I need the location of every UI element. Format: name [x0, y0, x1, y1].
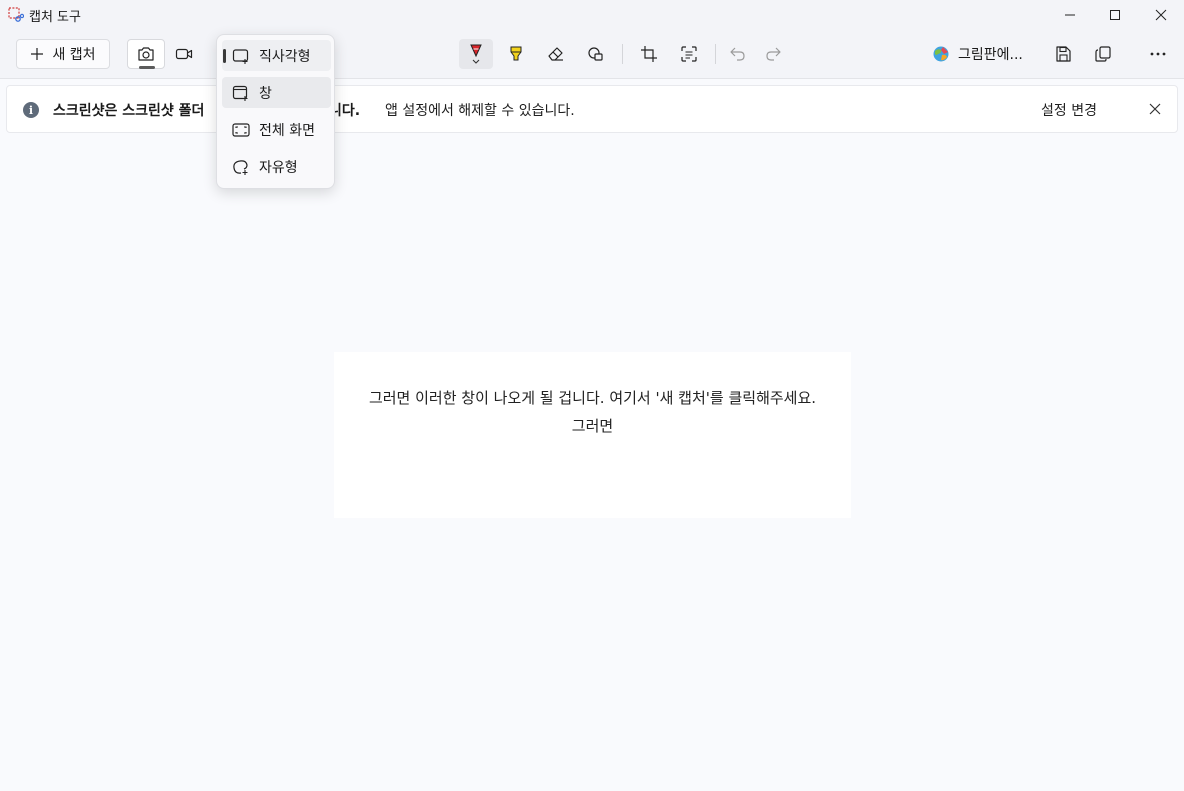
captured-image: 그러면 이러한 창이 나오게 될 겁니다. 여기서 '새 캡처'를 클릭해주세요… — [334, 352, 851, 518]
menu-item-label: 창 — [259, 85, 272, 102]
dismiss-info-button[interactable] — [1145, 99, 1165, 119]
pen-icon — [470, 44, 482, 64]
copy-icon — [1095, 46, 1111, 62]
text-actions-icon — [681, 46, 697, 62]
shapes-icon — [588, 47, 603, 61]
toolbar: 새 캡처 그림판에... — [0, 30, 1184, 79]
close-window-button[interactable] — [1138, 0, 1184, 30]
selection-indicator — [223, 49, 226, 63]
maximize-button[interactable] — [1092, 0, 1138, 30]
paint-app-icon — [933, 46, 949, 62]
redo-button[interactable] — [756, 39, 790, 69]
redo-icon — [766, 47, 781, 61]
menu-item-freeform[interactable]: 자유형 — [222, 151, 331, 182]
toolbar-separator — [622, 44, 623, 64]
camera-icon — [138, 47, 154, 61]
info-message: 앱 설정에서 해제할 수 있습니다. — [385, 103, 575, 119]
video-icon — [175, 48, 193, 60]
menu-item-label: 전체 화면 — [259, 122, 315, 139]
info-icon: i — [23, 102, 39, 118]
new-capture-button[interactable]: 새 캡처 — [16, 39, 110, 69]
minimize-icon — [1065, 14, 1075, 16]
maximize-icon — [1110, 10, 1120, 20]
minimize-button[interactable] — [1047, 0, 1093, 30]
plus-icon — [31, 48, 44, 60]
shapes-button[interactable] — [579, 39, 613, 69]
image-text-line-2: 그러면 — [571, 417, 614, 435]
more-icon — [1150, 52, 1166, 56]
menu-item-label: 자유형 — [259, 159, 298, 176]
freeform-capture-icon — [232, 159, 250, 175]
rectangle-capture-icon — [232, 48, 250, 64]
open-in-paint-label: 그림판에... — [958, 47, 1023, 63]
more-options-button[interactable] — [1141, 39, 1175, 69]
eraser-icon — [548, 47, 563, 61]
menu-item-window[interactable]: 창 — [222, 77, 331, 108]
fullscreen-capture-icon — [232, 122, 250, 138]
info-bar: i 스크린샷은 스크린샷 폴더 니다. 앱 설정에서 해제할 수 있습니다. 설… — [6, 85, 1178, 133]
image-text-line-1: 그러면 이러한 창이 나오게 될 겁니다. 여기서 '새 캡처'를 클릭해주세요… — [368, 389, 817, 407]
eraser-button[interactable] — [539, 39, 573, 69]
menu-item-label: 직사각형 — [259, 48, 311, 65]
capture-mode-menu: 직사각형 창 전체 화면 자유형 — [216, 34, 335, 189]
ballpoint-pen-button[interactable] — [459, 39, 493, 69]
snipping-tool-app-icon — [8, 7, 24, 22]
window-capture-icon — [232, 85, 250, 101]
window-title: 캡처 도구 — [29, 10, 81, 25]
highlighter-icon — [510, 46, 522, 61]
crop-icon — [641, 46, 657, 62]
crop-button[interactable] — [632, 39, 666, 69]
capture-mode-toggle — [126, 39, 204, 69]
copy-button[interactable] — [1086, 39, 1120, 69]
menu-item-fullscreen[interactable]: 전체 화면 — [222, 114, 331, 145]
undo-button[interactable] — [721, 39, 755, 69]
close-icon — [1155, 9, 1167, 21]
text-actions-button[interactable] — [672, 39, 706, 69]
highlighter-button[interactable] — [499, 39, 533, 69]
save-icon — [1056, 46, 1071, 62]
title-bar: 캡처 도구 — [0, 0, 1184, 30]
menu-item-rectangle[interactable]: 직사각형 — [222, 40, 331, 71]
close-icon — [1149, 103, 1161, 115]
new-capture-label: 새 캡처 — [52, 47, 96, 63]
screenshot-mode-button[interactable] — [127, 39, 165, 69]
open-in-paint-button[interactable]: 그림판에... — [932, 39, 1042, 69]
video-mode-button[interactable] — [165, 39, 203, 69]
save-button[interactable] — [1046, 39, 1080, 69]
change-settings-link[interactable]: 설정 변경 — [1041, 100, 1097, 120]
toolbar-separator — [715, 44, 716, 64]
info-bold-text: 스크린샷은 스크린샷 폴더 — [53, 103, 205, 119]
undo-icon — [730, 47, 745, 61]
